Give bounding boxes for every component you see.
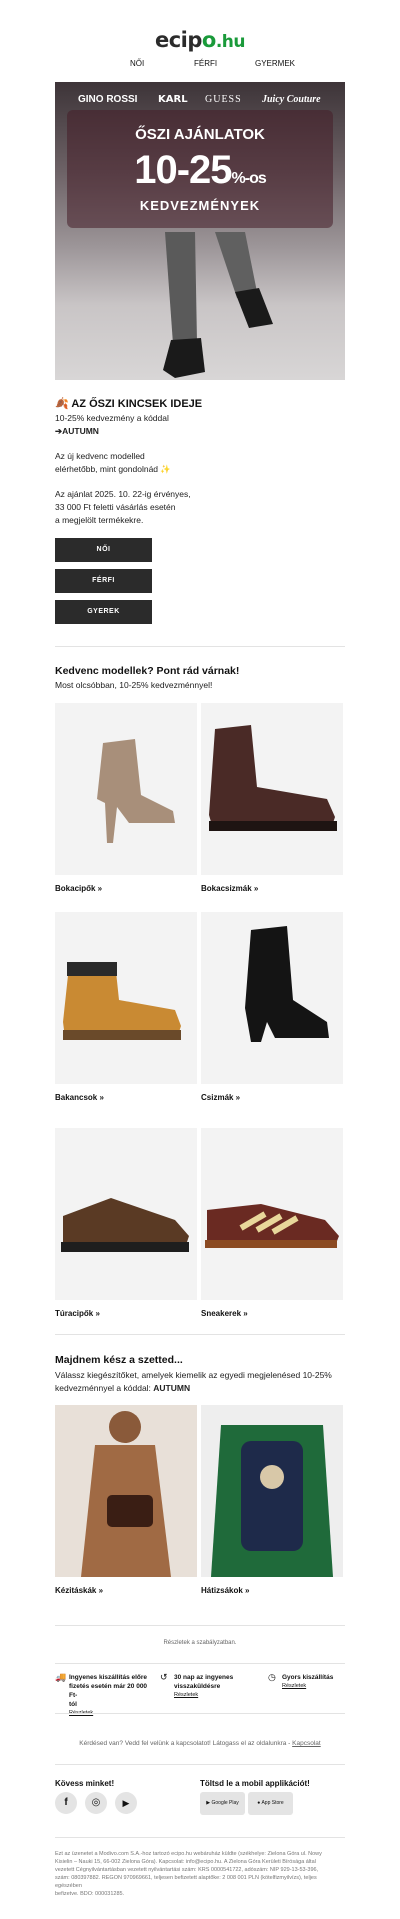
- accessories-text-1: Válassz kiegészítőket, amelyek kiemelik …: [55, 1370, 332, 1380]
- intro-p1b: elérhetőbb, mint gondolnád ✨: [55, 464, 171, 474]
- divider: [55, 1764, 345, 1765]
- benefit-delivery: 🚚 Ingyenes kiszállítás előre fizetés eset…: [55, 1673, 153, 1718]
- product-chelsea-boots[interactable]: [201, 703, 343, 875]
- product-label[interactable]: Sneakerek »: [201, 1309, 248, 1318]
- product-sneakers[interactable]: [201, 1128, 343, 1300]
- divider: [55, 1334, 345, 1335]
- nav-women[interactable]: NŐI: [130, 59, 144, 68]
- benefit-returns: ↺ 30 nap az ingyenes visszaküldésre Részl…: [160, 1673, 260, 1700]
- app-title: Töltsd le a mobil applikációt!: [200, 1779, 310, 1788]
- hero-banner[interactable]: GINO ROSSI KARL GUESS Juicy Couture ŐSZI…: [55, 82, 345, 380]
- brand-karl: KARL: [158, 94, 188, 105]
- accessory-backpacks[interactable]: [201, 1405, 343, 1577]
- google-play-button[interactable]: ▶ Google Play: [200, 1792, 245, 1815]
- details-link[interactable]: Részletek: [282, 1682, 348, 1691]
- top-nav: NŐI FÉRFI GYERMEK: [0, 59, 400, 75]
- divider: [55, 1625, 345, 1626]
- app-store-button[interactable]: ● App Store: [248, 1792, 293, 1815]
- truck-icon: 🚚: [55, 1672, 67, 1682]
- product-label[interactable]: Bokacipők »: [55, 884, 102, 893]
- follow-title: Kövess minket!: [55, 1779, 115, 1788]
- intro-title: 🍂 AZ ŐSZI KINCSEK IDEJE: [55, 398, 203, 410]
- rules-link[interactable]: Részletek a szabályzatban.: [0, 1640, 400, 1646]
- legal-footer: Ezt az üzenetet a Modivo.com S.A.-hoz ta…: [55, 1851, 322, 1897]
- sneaker-icon: [205, 1204, 339, 1248]
- product-hiking-shoes[interactable]: [55, 1128, 197, 1300]
- backpack-model-image: [211, 1425, 333, 1577]
- ankle-boot-icon: [97, 739, 175, 843]
- brand-gino-rossi: GINO ROSSI: [78, 94, 138, 105]
- intro-p2b: 33 000 Ft feletti vásárlás esetén: [55, 502, 176, 512]
- product-label[interactable]: Túracipők »: [55, 1309, 100, 1318]
- hero-line-3: KEDVEZMÉNYEK: [139, 198, 261, 213]
- google-play-icon: ▶: [206, 1800, 211, 1806]
- contact-text: Kérdésed van? Vedd fel velünk a kapcsola…: [79, 1740, 321, 1747]
- accessory-label[interactable]: Hátizsákok »: [201, 1586, 249, 1595]
- divider: [55, 1713, 345, 1714]
- intro-line: 10-25% kedvezmény a kóddal: [55, 413, 169, 423]
- brand-strip: GINO ROSSI KARL GUESS Juicy Couture: [55, 90, 345, 110]
- return-icon: ↺: [160, 1672, 168, 1682]
- hiking-shoe-icon: [61, 1198, 189, 1252]
- product-label[interactable]: Csizmák »: [201, 1093, 240, 1102]
- youtube-icon[interactable]: ▶: [115, 1792, 137, 1814]
- promo-code: ➔AUTUMN: [55, 426, 99, 436]
- divider: [55, 1837, 345, 1838]
- intro-p1a: Az új kedvenc modelled: [55, 451, 145, 461]
- accessory-label[interactable]: Kézitáskák »: [55, 1586, 103, 1595]
- kids-button[interactable]: GYEREK: [55, 600, 152, 624]
- hero-line-1: ŐSZI AJÁNLATOK: [135, 126, 265, 143]
- nav-men[interactable]: FÉRFI: [194, 59, 217, 68]
- apple-icon: ●: [257, 1800, 261, 1806]
- divider: [55, 646, 345, 647]
- divider: [55, 1663, 345, 1664]
- ecipo-logo[interactable]: ecipo.hu: [0, 28, 400, 52]
- details-link[interactable]: Részletek: [174, 1691, 260, 1700]
- product-label[interactable]: Bakancsok »: [55, 1093, 104, 1102]
- brand-juicy-couture: Juicy Couture: [262, 94, 321, 105]
- nav-kids[interactable]: GYERMEK: [255, 59, 295, 68]
- cowboy-boot-icon: [245, 926, 329, 1042]
- men-button[interactable]: FÉRFI: [55, 569, 152, 593]
- favorites-title: Kedvenc modellek? Pont rád várnak!: [55, 665, 240, 677]
- brand-guess: GUESS: [205, 94, 242, 105]
- intro-p2a: Az ajánlat 2025. 10. 22-ig érvényes,: [55, 489, 191, 499]
- chelsea-boot-icon: [209, 725, 337, 831]
- benefit-fast-shipping: ◷ Gyors kiszállítás Részletek: [268, 1673, 348, 1691]
- product-work-boots[interactable]: [55, 912, 197, 1084]
- model-legs-image: [163, 232, 273, 378]
- product-ankle-boots[interactable]: [55, 703, 197, 875]
- accessories-title: Majdnem kész a szetted...: [55, 1354, 183, 1366]
- product-cowboy-boots[interactable]: [201, 912, 343, 1084]
- accessories-text-2: kedvezménnyel a kóddal: AUTUMN: [55, 1383, 191, 1393]
- hero-discount: 10-25%-os: [134, 148, 267, 192]
- intro-p2c: a megjelölt termékekre.: [55, 515, 144, 525]
- work-boot-icon: [63, 962, 181, 1040]
- contact-link[interactable]: Kapcsolat: [292, 1740, 321, 1747]
- accessory-handbags[interactable]: [55, 1405, 197, 1577]
- product-label[interactable]: Bokacsizmák »: [201, 884, 258, 893]
- instagram-icon[interactable]: ◎: [85, 1792, 107, 1814]
- handbag-model-image: [81, 1411, 171, 1577]
- women-button[interactable]: NŐI: [55, 538, 152, 562]
- facebook-icon[interactable]: f: [55, 1792, 77, 1814]
- clock-icon: ◷: [268, 1672, 276, 1682]
- favorites-subtitle: Most olcsóbban, 10-25% kedvezménnyel!: [55, 680, 213, 690]
